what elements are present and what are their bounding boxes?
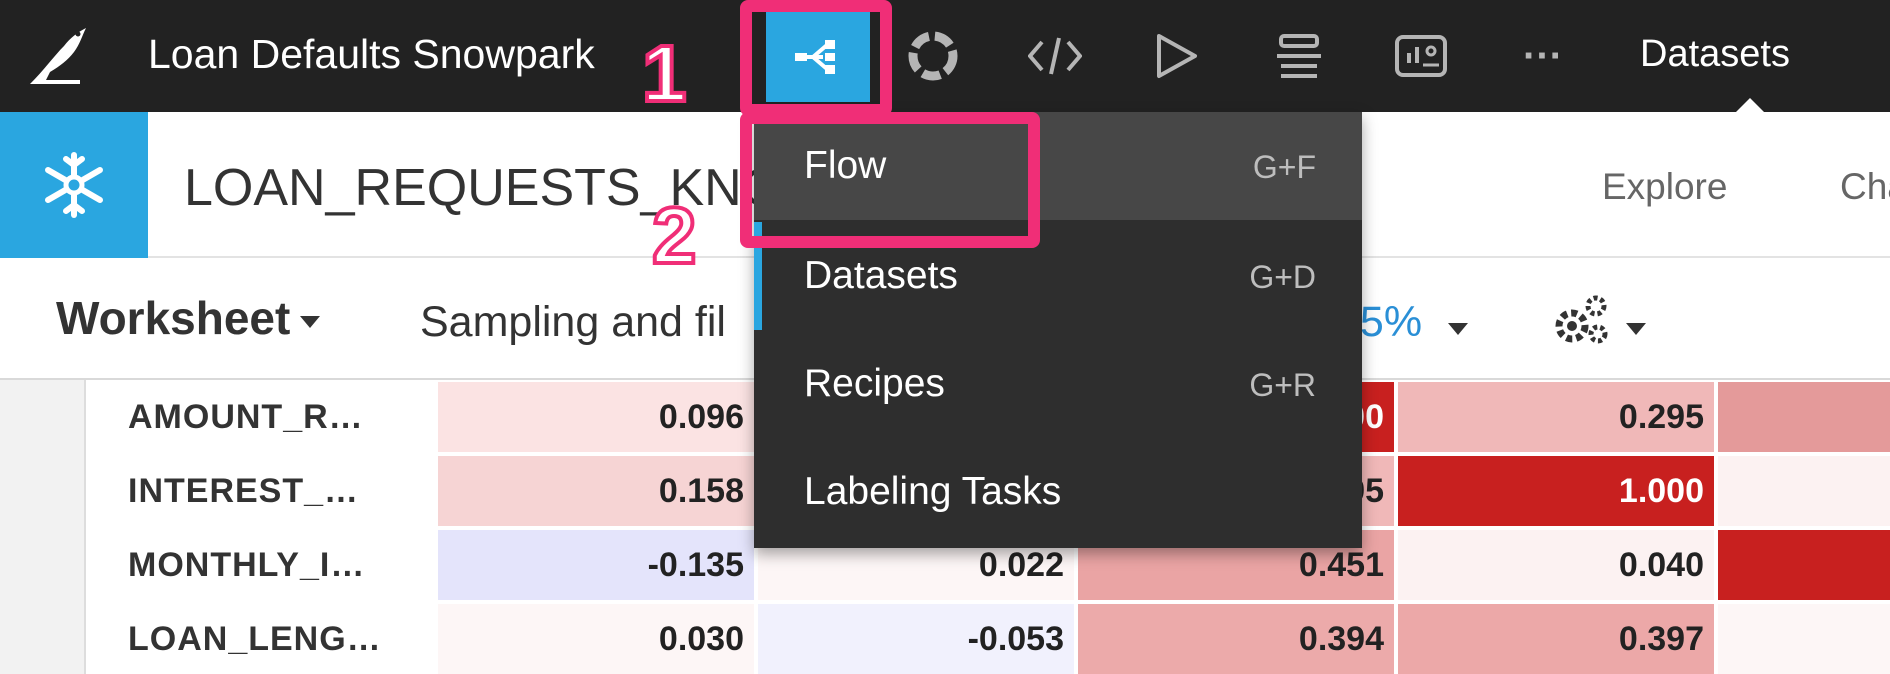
table-cell: 0.040 <box>1398 530 1714 600</box>
sampling-and-filtering-button[interactable]: Sampling and fil <box>420 292 726 352</box>
menu-item-labeling-tasks[interactable]: Labeling Tasks <box>754 438 1362 546</box>
worksheet-label: Worksheet <box>56 292 291 344</box>
table-cell <box>1718 604 1890 674</box>
chevron-down-icon <box>300 315 321 328</box>
bird-logo-icon[interactable] <box>24 22 94 90</box>
table-cell: 0.397 <box>1398 604 1714 674</box>
table-cell: -0.135 <box>438 530 754 600</box>
menu-item-shortcut: G+D <box>1249 259 1316 295</box>
table-cell: 0.394 <box>1078 604 1394 674</box>
row-label-monthly: MONTHLY_I… <box>128 546 366 584</box>
menu-item-label: Recipes <box>804 362 945 405</box>
tab-explore[interactable]: Explore <box>1602 162 1727 212</box>
project-name[interactable]: Loan Defaults Snowpark <box>148 26 595 82</box>
deploy-icon[interactable] <box>1256 18 1342 94</box>
step-number-2: 2 <box>650 191 698 280</box>
chevron-down-icon[interactable] <box>1448 320 1468 338</box>
run-icon[interactable] <box>1134 18 1220 94</box>
table-cell: -0.053 <box>758 604 1074 674</box>
nav-datasets-label[interactable]: Datasets <box>1640 26 1790 82</box>
table-gutter <box>0 380 86 674</box>
table-cell <box>1718 456 1890 526</box>
top-navigation-bar: Loan Defaults Snowpark ··· Datasets <box>0 0 1890 112</box>
menu-item-shortcut: G+R <box>1249 367 1316 403</box>
table-cell <box>1718 530 1890 600</box>
row-label-amount: AMOUNT_R… <box>128 398 364 436</box>
row-label-loan-length: LOAN_LENG… <box>128 620 382 658</box>
chevron-down-icon[interactable] <box>1626 320 1646 338</box>
code-icon[interactable] <box>1012 18 1098 94</box>
lab-icon[interactable] <box>890 18 976 94</box>
table-cell: 1.000 <box>1398 456 1714 526</box>
worksheet-dropdown[interactable]: Worksheet <box>56 288 321 348</box>
gears-settings-icon[interactable] <box>1552 292 1612 348</box>
nav-active-caret <box>1736 98 1764 112</box>
menu-item-shortcut: G+F <box>1252 149 1316 185</box>
menu-item-label: Datasets <box>804 254 958 297</box>
table-cell <box>1718 382 1890 452</box>
table-cell: 0.295 <box>1398 382 1714 452</box>
row-label-interest: INTEREST_… <box>128 472 360 510</box>
table-cell: 0.158 <box>438 456 754 526</box>
menu-item-recipes[interactable]: Recipes G+R <box>754 330 1362 438</box>
more-icon[interactable]: ··· <box>1500 18 1586 94</box>
table-cell: 0.030 <box>438 604 754 674</box>
snowflake-icon <box>0 112 148 258</box>
tab-charts[interactable]: Cha <box>1840 162 1890 212</box>
dashboard-icon[interactable] <box>1378 18 1464 94</box>
table-cell: 0.096 <box>438 382 754 452</box>
highlight-box-step2 <box>740 112 1040 248</box>
menu-item-label: Labeling Tasks <box>804 470 1062 513</box>
highlight-box-step1 <box>740 0 892 116</box>
step-number-1: 1 <box>640 29 688 118</box>
